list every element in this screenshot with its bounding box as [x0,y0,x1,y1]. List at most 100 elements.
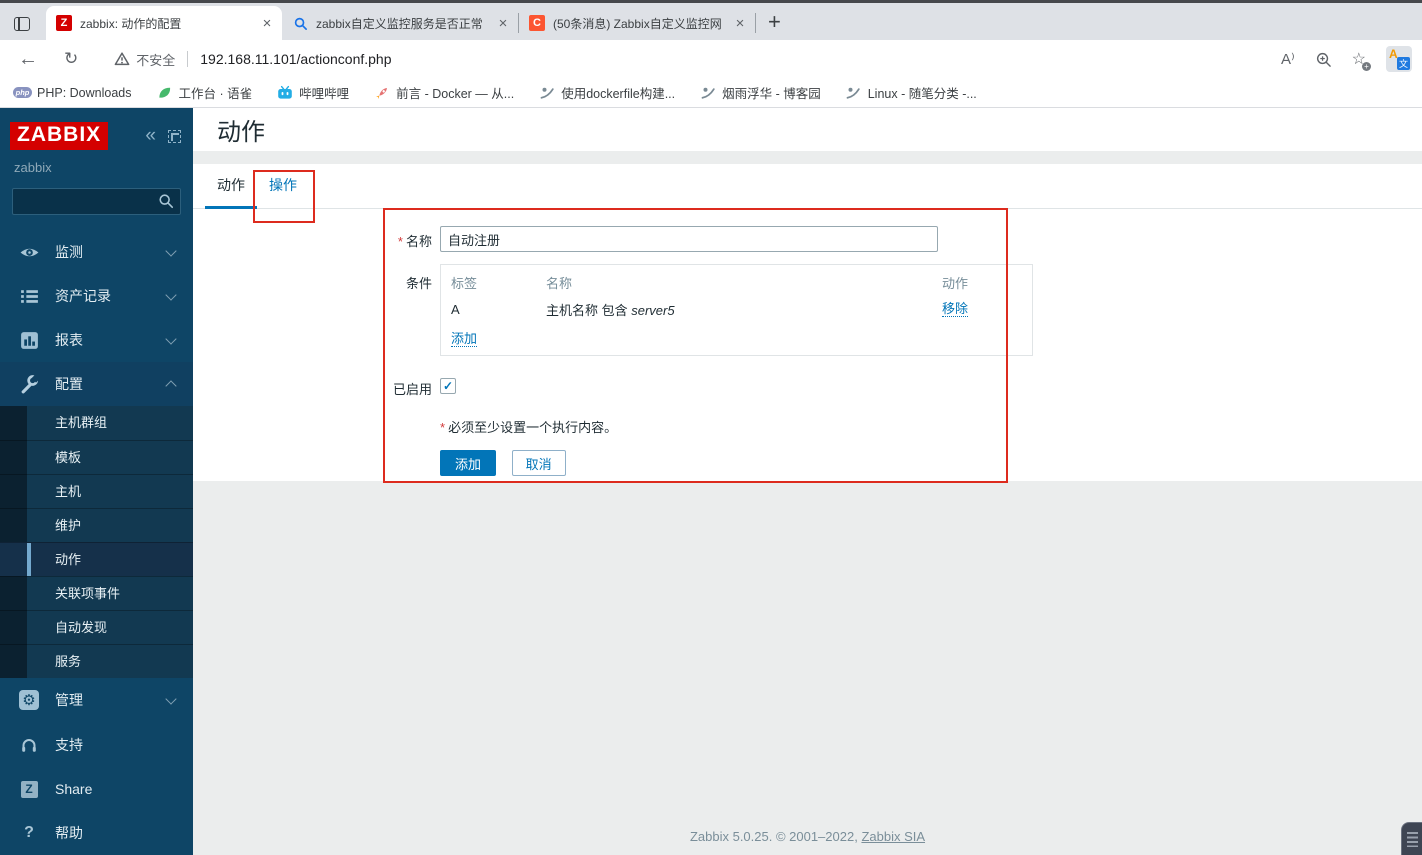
zabbix-sia-link[interactable]: Zabbix SIA [861,829,925,844]
bookmark-bilibili[interactable]: 哔哩哔哩 [276,83,349,102]
sidebar-item-label: 监测 [55,244,83,260]
chevron-down-icon [165,692,177,705]
tab-action[interactable]: 动作 [205,164,257,209]
required-asterisk: * [440,420,446,435]
browser-tabstrip: Z zabbix: 动作的配置 × zabbix自定义监控服务是否正常 × C … [0,3,1422,40]
sidebar-item-discovery[interactable]: 自动发现 [0,610,193,644]
zabbix-logo[interactable]: ZABBIX [10,122,109,150]
translate-icon[interactable]: A 文 [1386,46,1412,72]
required-message: * 必须至少设置一个执行内容。 [440,420,618,435]
sidebar-item-host-groups[interactable]: 主机群组 [0,406,193,440]
sidebar-item-templates[interactable]: 模板 [0,440,193,474]
read-aloud-icon[interactable]: A⁾ [1281,50,1295,68]
main-content: 动作 动作 操作 *名称 条件 [193,108,1422,855]
chart-icon [18,330,40,351]
zoom-icon[interactable] [1315,51,1332,68]
sidebar-item-event-correlation[interactable]: 关联项事件 [0,576,193,610]
refresh-icon[interactable]: ↻ [64,49,78,69]
wrench-icon [18,373,40,395]
sidebar-item-inventory[interactable]: 资产记录 [0,274,193,318]
site-security-chip[interactable]: 不安全 [114,50,175,69]
corner-widget[interactable] [1401,822,1422,855]
tab-operations[interactable]: 操作 [257,164,309,209]
sidebar-item-label: 支持 [55,737,83,753]
blog-icon [845,84,862,101]
bookmark-label: 烟雨浮华 - 博客园 [722,87,821,101]
compact-view-icon[interactable] [168,129,181,143]
footer-text: Zabbix 5.0.25. © 2001–2022, [689,829,862,844]
bookmarks-bar: php PHP: Downloads 工作台 · 语雀 哔哩哔哩 前言 - Do… [0,78,1422,108]
translate-cn-glyph: 文 [1397,57,1410,70]
new-tab-button[interactable]: + [768,11,781,33]
warning-icon [114,52,130,66]
csdn-favicon: C [529,15,545,31]
page-footer: Zabbix 5.0.25. © 2001–2022, Zabbix SIA [193,829,1422,844]
column-header-action: 动作 [942,275,969,291]
condition-tag: A [451,301,460,317]
sidebar-item-label: 配置 [55,376,83,392]
chevron-down-icon [165,332,177,345]
browser-tab-title: zabbix自定义监控服务是否正常 [316,16,483,31]
browser-tab-search[interactable]: zabbix自定义监控服务是否正常 × [282,6,518,40]
action-form: *名称 条件 标签 名称 动作 [193,209,1422,476]
blog-icon [699,84,716,101]
back-icon[interactable]: ← [18,48,38,71]
table-row: A 主机名称 包含 server5 移除 [451,295,1022,323]
enabled-label: 已启用 [392,382,432,397]
sidebar-item-share[interactable]: Z Share [0,767,193,811]
sidebar-item-reports[interactable]: 报表 [0,318,193,362]
rocket-icon [373,84,390,101]
column-header-tag: 标签 [451,275,478,291]
sidebar-item-label: 管理 [55,692,83,708]
browser-tab-zabbix[interactable]: Z zabbix: 动作的配置 × [46,6,282,40]
bookmark-label: 工作台 · 语雀 [178,87,253,101]
add-favorite-icon[interactable]: ☆ + [1352,49,1371,71]
sidebar-item-configuration[interactable]: 配置 [0,362,193,406]
bookmark-dockerfile[interactable]: 使用dockerfile构建... [538,83,675,102]
sidebar-item-hosts[interactable]: 主机 [0,474,193,508]
sidebar-item-support[interactable]: 支持 [0,723,193,767]
add-button[interactable]: 添加 [440,450,497,476]
url-field[interactable]: 192.168.11.101/actionconf.php [200,51,391,67]
name-label: * 名称 [397,234,432,249]
bookmark-linux-category[interactable]: Linux - 随笔分类 -... [845,83,977,102]
configuration-submenu: 主机群组 模板 主机 维护 动作 关联项事件 自动发现 服务 [0,406,193,678]
sidebar-item-administration[interactable]: ⚙ 管理 [0,678,193,722]
browser-tab-title: (50条消息) Zabbix自定义监控网 [553,16,722,31]
yuque-leaf-icon [156,84,173,101]
sidebar-item-label: 资产记录 [55,288,111,304]
close-tab-icon[interactable]: × [494,15,512,32]
column-header-name: 名称 [546,275,573,291]
sidebar-item-label: Share [55,781,93,797]
blog-icon [538,84,555,101]
server-name: zabbix [14,160,52,175]
browser-tab-csdn[interactable]: C (50条消息) Zabbix自定义监控网 × [519,6,755,40]
sidebar-item-maintenance[interactable]: 维护 [0,508,193,542]
remove-condition-link[interactable]: 移除 [942,301,969,317]
sidebar-item-monitoring[interactable]: 监测 [0,230,193,274]
close-tab-icon[interactable]: × [258,15,276,32]
bookmark-php-downloads[interactable]: php PHP: Downloads [12,84,132,101]
search-icon [158,193,174,214]
tab-actions-menu-icon[interactable] [14,17,30,31]
page-title: 动作 [217,119,265,146]
bookmark-cnblogs[interactable]: 烟雨浮华 - 博客园 [699,83,821,102]
close-tab-icon[interactable]: × [731,15,749,32]
sidebar-item-help[interactable]: ? 帮助 [0,811,193,855]
bookmark-docker-intro[interactable]: 前言 - Docker — 从... [373,83,514,102]
collapse-sidebar-icon[interactable]: « [145,125,156,147]
enabled-checkbox[interactable] [440,378,456,394]
sidebar-item-actions[interactable]: 动作 [0,542,193,576]
eye-icon [18,242,40,263]
sidebar-item-label: 帮助 [55,825,83,841]
conditions-label: 条件 [405,276,432,291]
sidebar-item-services[interactable]: 服务 [0,644,193,678]
sidebar-search-input[interactable] [12,188,181,215]
name-input[interactable] [440,226,938,252]
conditions-table: 标签 名称 动作 A 主机名称 包含 server5 移除 添加 [440,264,1033,356]
form-tabs: 动作 操作 [193,164,1422,209]
bookmark-yuque[interactable]: 工作台 · 语雀 [156,83,253,102]
chevron-up-icon [165,380,177,392]
cancel-button[interactable]: 取消 [511,450,566,476]
add-condition-link[interactable]: 添加 [451,331,478,347]
